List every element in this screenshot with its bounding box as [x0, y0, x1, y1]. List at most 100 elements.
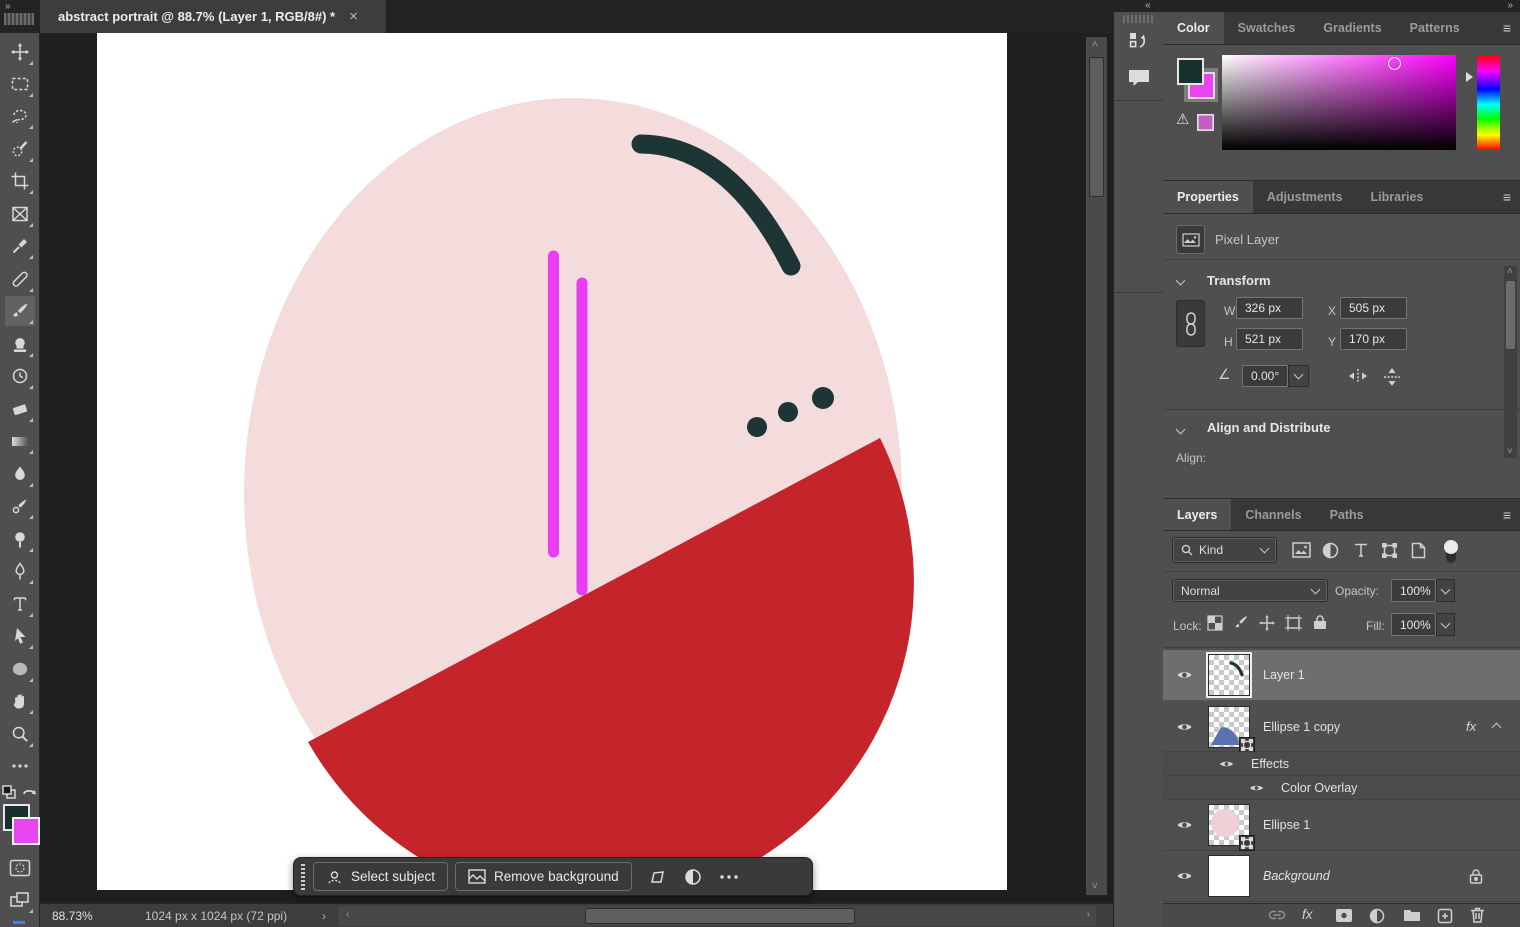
transform-title[interactable]: Transform: [1207, 273, 1271, 288]
link-dimensions-button[interactable]: [1176, 300, 1205, 347]
lock-pixels-icon[interactable]: [1233, 615, 1249, 634]
background-thumbnail[interactable]: [1208, 855, 1250, 897]
quick-selection-tool[interactable]: [5, 134, 35, 164]
tab-gradients[interactable]: Gradients: [1309, 12, 1395, 44]
history-panel-icon[interactable]: [1124, 28, 1154, 56]
document-canvas[interactable]: [97, 33, 1007, 890]
toolbar-expand-icon[interactable]: »: [5, 1, 10, 12]
layer-row-ellipse1[interactable]: Ellipse 1: [1163, 800, 1520, 851]
strip-collapse-icon[interactable]: «: [1145, 0, 1150, 11]
adjustments-icon[interactable]: [675, 862, 711, 891]
layer-row-ellipse1copy[interactable]: Ellipse 1 copy fx: [1163, 702, 1520, 752]
eyedropper-tool[interactable]: [5, 231, 35, 261]
layer-row-background[interactable]: Background: [1163, 851, 1520, 902]
filter-pixel-layers-icon[interactable]: [1292, 542, 1311, 561]
blur-tool[interactable]: [5, 459, 35, 489]
smudge-tool[interactable]: [5, 491, 35, 521]
visibility-eye-icon[interactable]: [1171, 721, 1197, 733]
hand-tool[interactable]: [5, 686, 35, 716]
tab-patterns[interactable]: Patterns: [1396, 12, 1474, 44]
layer-name[interactable]: Background: [1263, 869, 1330, 883]
layer-row-layer1[interactable]: Layer 1: [1163, 650, 1520, 701]
lock-position-icon[interactable]: [1259, 615, 1275, 634]
dark-dot-1[interactable]: [747, 417, 767, 437]
align-title[interactable]: Align and Distribute: [1207, 420, 1331, 435]
tab-swatches[interactable]: Swatches: [1224, 12, 1310, 44]
add-adjustment-layer-icon[interactable]: [1369, 908, 1385, 927]
layers-panel-menu-icon[interactable]: ≡: [1503, 507, 1511, 523]
tab-adjustments[interactable]: Adjustments: [1253, 181, 1357, 213]
tab-color[interactable]: Color: [1163, 12, 1224, 44]
comments-panel-icon[interactable]: [1124, 64, 1154, 92]
taskbar-drag-handle[interactable]: [301, 864, 305, 890]
flip-horizontal-icon[interactable]: [1347, 367, 1369, 388]
select-subject-button[interactable]: Select subject: [313, 862, 448, 891]
tab-properties[interactable]: Properties: [1163, 181, 1253, 213]
panels-expand-icon[interactable]: »: [1507, 0, 1512, 11]
gradient-tool[interactable]: [5, 426, 35, 456]
transform-collapse-icon[interactable]: [1176, 276, 1186, 286]
properties-panel-menu-icon[interactable]: ≡: [1503, 189, 1511, 205]
lock-all-icon[interactable]: [1313, 614, 1327, 633]
color-field-selector[interactable]: [1388, 57, 1401, 70]
add-layer-mask-icon[interactable]: [1335, 908, 1353, 926]
collapse-effects-icon[interactable]: [1492, 723, 1502, 733]
scroll-up-icon[interactable]: ˄: [1092, 40, 1098, 50]
history-brush-tool[interactable]: [5, 361, 35, 391]
new-group-folder-icon[interactable]: [1403, 908, 1421, 925]
y-input[interactable]: 170 px: [1340, 328, 1407, 350]
scroll-down-icon[interactable]: ˅: [1092, 882, 1098, 892]
dark-dot-2[interactable]: [778, 402, 798, 422]
align-collapse-icon[interactable]: [1176, 425, 1186, 435]
edit-toolbar-ellipsis-icon[interactable]: [5, 751, 35, 781]
toolbar-grip[interactable]: [4, 13, 34, 25]
lock-transparency-icon[interactable]: [1207, 615, 1223, 634]
pen-tool[interactable]: [5, 556, 35, 586]
width-input[interactable]: 326 px: [1236, 297, 1303, 319]
fill-dropdown-button[interactable]: [1436, 613, 1455, 636]
visibility-eye-icon[interactable]: [1171, 870, 1197, 882]
layer-name[interactable]: Ellipse 1: [1263, 818, 1310, 832]
ellipse-shape-tool[interactable]: [5, 654, 35, 684]
tab-layers[interactable]: Layers: [1163, 499, 1231, 530]
gamut-warning-swatch[interactable]: [1197, 114, 1214, 131]
dodge-tool[interactable]: [5, 524, 35, 554]
layer-filter-select[interactable]: Kind: [1172, 537, 1277, 563]
scroll-right-icon[interactable]: ›: [1087, 910, 1090, 920]
color-overlay-row[interactable]: Color Overlay: [1163, 776, 1520, 800]
layer1-thumbnail[interactable]: [1208, 654, 1250, 696]
path-selection-tool[interactable]: [5, 621, 35, 651]
swap-colors-icon[interactable]: [21, 783, 39, 802]
filter-smart-objects-icon[interactable]: [1411, 542, 1426, 562]
color-overlay-label[interactable]: Color Overlay: [1281, 781, 1357, 795]
angle-input[interactable]: 0.00°: [1242, 365, 1288, 387]
ellipse1copy-thumbnail[interactable]: [1208, 706, 1250, 748]
filter-adjustment-layers-icon[interactable]: [1322, 542, 1339, 562]
type-tool[interactable]: [5, 589, 35, 619]
hue-slider[interactable]: [1477, 55, 1500, 150]
flip-vertical-icon[interactable]: [1382, 367, 1402, 390]
scroll-left-icon[interactable]: ‹: [346, 910, 349, 920]
clone-stamp-tool[interactable]: [5, 329, 35, 359]
eraser-tool[interactable]: [5, 394, 35, 424]
filter-type-layers-icon[interactable]: [1353, 542, 1369, 561]
document-tab[interactable]: abstract portrait @ 88.7% (Layer 1, RGB/…: [40, 0, 387, 33]
layer-effects-fx-icon[interactable]: fx: [1466, 719, 1476, 734]
opacity-input[interactable]: 100%: [1391, 579, 1436, 602]
properties-scrollbar[interactable]: ˄ ˅: [1504, 266, 1517, 458]
horizontal-scroll-thumb[interactable]: [585, 908, 855, 924]
zoom-tool[interactable]: [5, 719, 35, 749]
panel-foreground-swatch[interactable]: [1177, 58, 1204, 85]
add-layer-style-icon[interactable]: fx: [1302, 907, 1313, 922]
x-input[interactable]: 505 px: [1340, 297, 1407, 319]
link-layers-icon[interactable]: [1267, 908, 1287, 925]
canvas-horizontal-scrollbar[interactable]: ‹ ›: [338, 906, 1096, 926]
color-overlay-eye-icon[interactable]: [1243, 783, 1269, 793]
tab-libraries[interactable]: Libraries: [1357, 181, 1438, 213]
properties-scroll-down-icon[interactable]: ˅: [1507, 447, 1513, 457]
visibility-eye-icon[interactable]: [1171, 669, 1197, 681]
healing-brush-tool[interactable]: [5, 264, 35, 294]
move-tool[interactable]: [5, 37, 35, 67]
delete-layer-trash-icon[interactable]: [1470, 907, 1485, 926]
screen-mode-icon[interactable]: [5, 885, 35, 915]
